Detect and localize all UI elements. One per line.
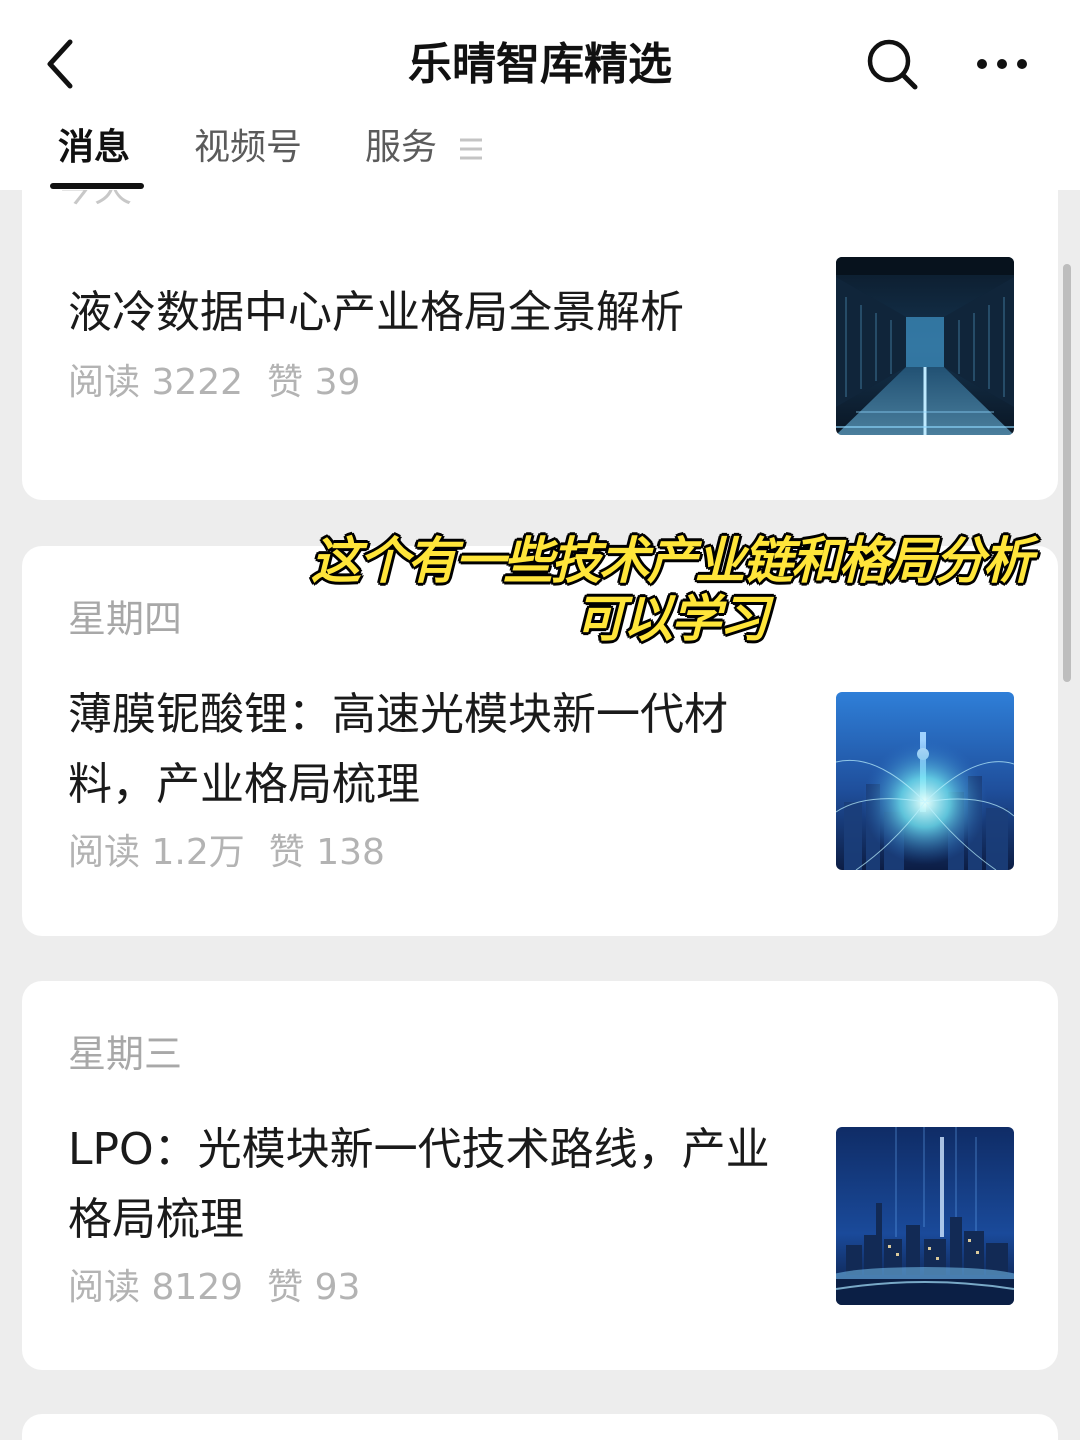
- overlay-caption: 这个有一些技术产业链和格局分析 可以学习: [296, 532, 1046, 648]
- day-label: 星期四: [68, 597, 183, 641]
- like-label: 赞: [267, 362, 304, 403]
- article-card[interactable]: 液冷数据中心产业格局全景解析 阅读 3222 赞 39: [22, 150, 1058, 500]
- tab-bar: 消息 视频号 服务: [0, 118, 1080, 190]
- top-bar: 乐晴智库精选 消息 视频号 服务: [0, 0, 1080, 190]
- data-center-corridor-image: [836, 257, 1014, 435]
- scrollbar[interactable]: [1063, 264, 1071, 682]
- read-label: 阅读: [68, 1267, 141, 1308]
- city-skyline-image: [836, 1127, 1014, 1305]
- caption-line-2: 可以学习: [575, 590, 769, 648]
- article-stats: 阅读 8129 赞 93: [68, 1263, 360, 1313]
- like-count: 39: [314, 362, 361, 403]
- read-count: 1.2万: [151, 832, 245, 873]
- network-city-image: [836, 692, 1014, 870]
- more-dots-icon: [977, 59, 1027, 69]
- like-count: 138: [316, 832, 385, 873]
- caption-line-1: 这个有一些技术产业链和格局分析: [311, 532, 1033, 590]
- read-count: 8129: [151, 1267, 244, 1308]
- article-stats: 阅读 1.2万赞 138: [68, 828, 385, 878]
- active-tab-indicator: [50, 183, 144, 189]
- tab-channels[interactable]: 视频号: [194, 118, 302, 178]
- read-label: 阅读: [68, 362, 141, 403]
- read-count: 3222: [151, 362, 244, 403]
- read-label: 阅读: [68, 832, 141, 873]
- like-label: 赞: [268, 832, 305, 873]
- article-title[interactable]: 薄膜铌酸锂：高速光模块新一代材料，产业格局梳理: [68, 680, 798, 820]
- article-stats: 阅读 3222 赞 39: [68, 358, 360, 408]
- article-thumbnail[interactable]: [836, 692, 1014, 870]
- article-title[interactable]: LPO：光模块新一代技术路线，产业格局梳理: [68, 1115, 798, 1255]
- like-count: 93: [314, 1267, 361, 1308]
- article-thumbnail[interactable]: [836, 257, 1014, 435]
- hamburger-icon: [460, 138, 482, 160]
- day-label: 星期三: [68, 1032, 183, 1076]
- menu-icon[interactable]: [458, 136, 484, 162]
- article-card[interactable]: [22, 1414, 1058, 1440]
- like-label: 赞: [267, 1267, 304, 1308]
- article-thumbnail[interactable]: [836, 1127, 1014, 1305]
- search-button[interactable]: [862, 34, 922, 94]
- search-icon: [867, 39, 918, 90]
- more-button[interactable]: [972, 34, 1032, 94]
- tab-messages[interactable]: 消息: [58, 118, 130, 178]
- article-title[interactable]: 液冷数据中心产业格局全景解析: [68, 278, 798, 348]
- tab-services[interactable]: 服务: [365, 118, 437, 178]
- article-card[interactable]: 星期三 LPO：光模块新一代技术路线，产业格局梳理 阅读 8129 赞 93: [22, 981, 1058, 1370]
